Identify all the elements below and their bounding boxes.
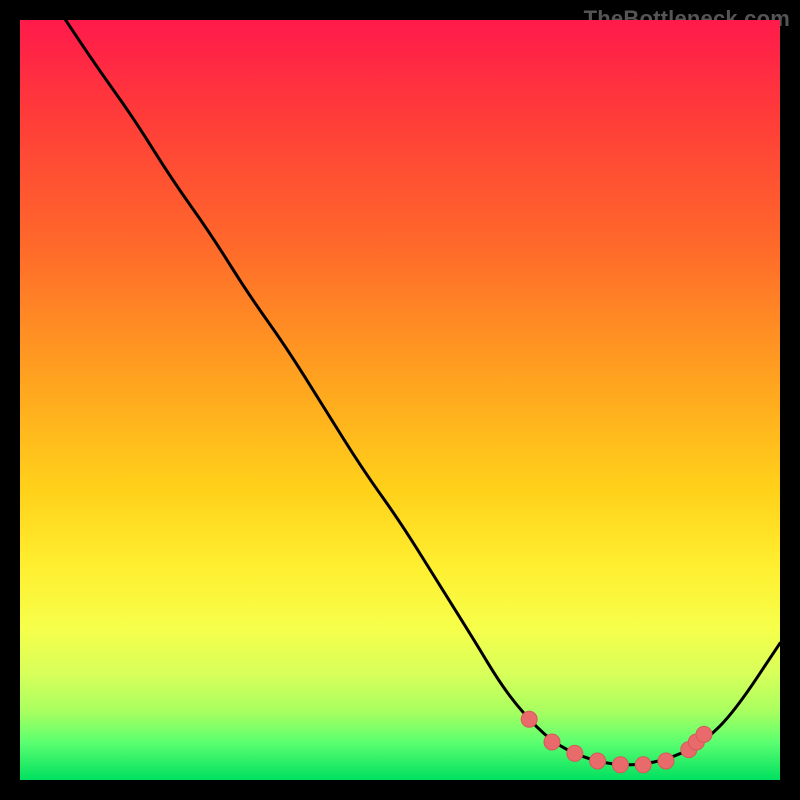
bottleneck-curve-path xyxy=(66,20,780,765)
plot-area xyxy=(20,20,780,780)
trough-marker xyxy=(521,711,537,727)
trough-marker xyxy=(590,753,606,769)
trough-marker xyxy=(544,734,560,750)
trough-marker xyxy=(658,753,674,769)
bottleneck-curve-svg xyxy=(20,20,780,780)
trough-marker xyxy=(612,757,628,773)
trough-marker xyxy=(567,745,583,761)
trough-markers-group xyxy=(521,711,712,773)
trough-marker xyxy=(696,726,712,742)
chart-stage: TheBottleneck.com xyxy=(0,0,800,800)
trough-marker xyxy=(635,757,651,773)
